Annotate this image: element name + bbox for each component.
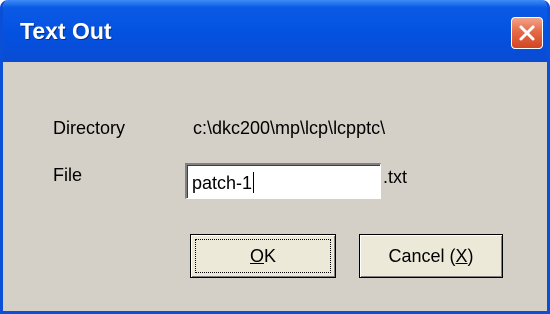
cancel-button[interactable]: Cancel (X) [359, 234, 503, 278]
directory-label: Directory [53, 118, 126, 138]
directory-path: c:\dkc200\mp\lcp\lcpptc\ [193, 118, 386, 138]
file-label: File [53, 165, 83, 185]
close-button[interactable] [511, 17, 543, 49]
ok-label-rest: K [264, 245, 277, 266]
cancel-label-suffix: ) [467, 245, 474, 266]
file-extension-label: .txt [383, 167, 408, 187]
cancel-label-prefix: Cancel ( [388, 245, 456, 266]
text-caret [253, 172, 255, 193]
close-x-icon [519, 25, 535, 41]
file-name-input[interactable]: patch-1 [185, 163, 381, 199]
text-out-dialog: Text Out Directory c:\dkc200\mp\lcp\lcpp… [0, 0, 550, 314]
title-bar[interactable]: Text Out [3, 0, 547, 62]
ok-button[interactable]: OK [190, 234, 336, 278]
cancel-mnemonic: X [455, 245, 468, 266]
window-title: Text Out [20, 18, 112, 44]
ok-mnemonic: O [249, 245, 264, 266]
file-name-value: patch-1 [192, 173, 253, 193]
